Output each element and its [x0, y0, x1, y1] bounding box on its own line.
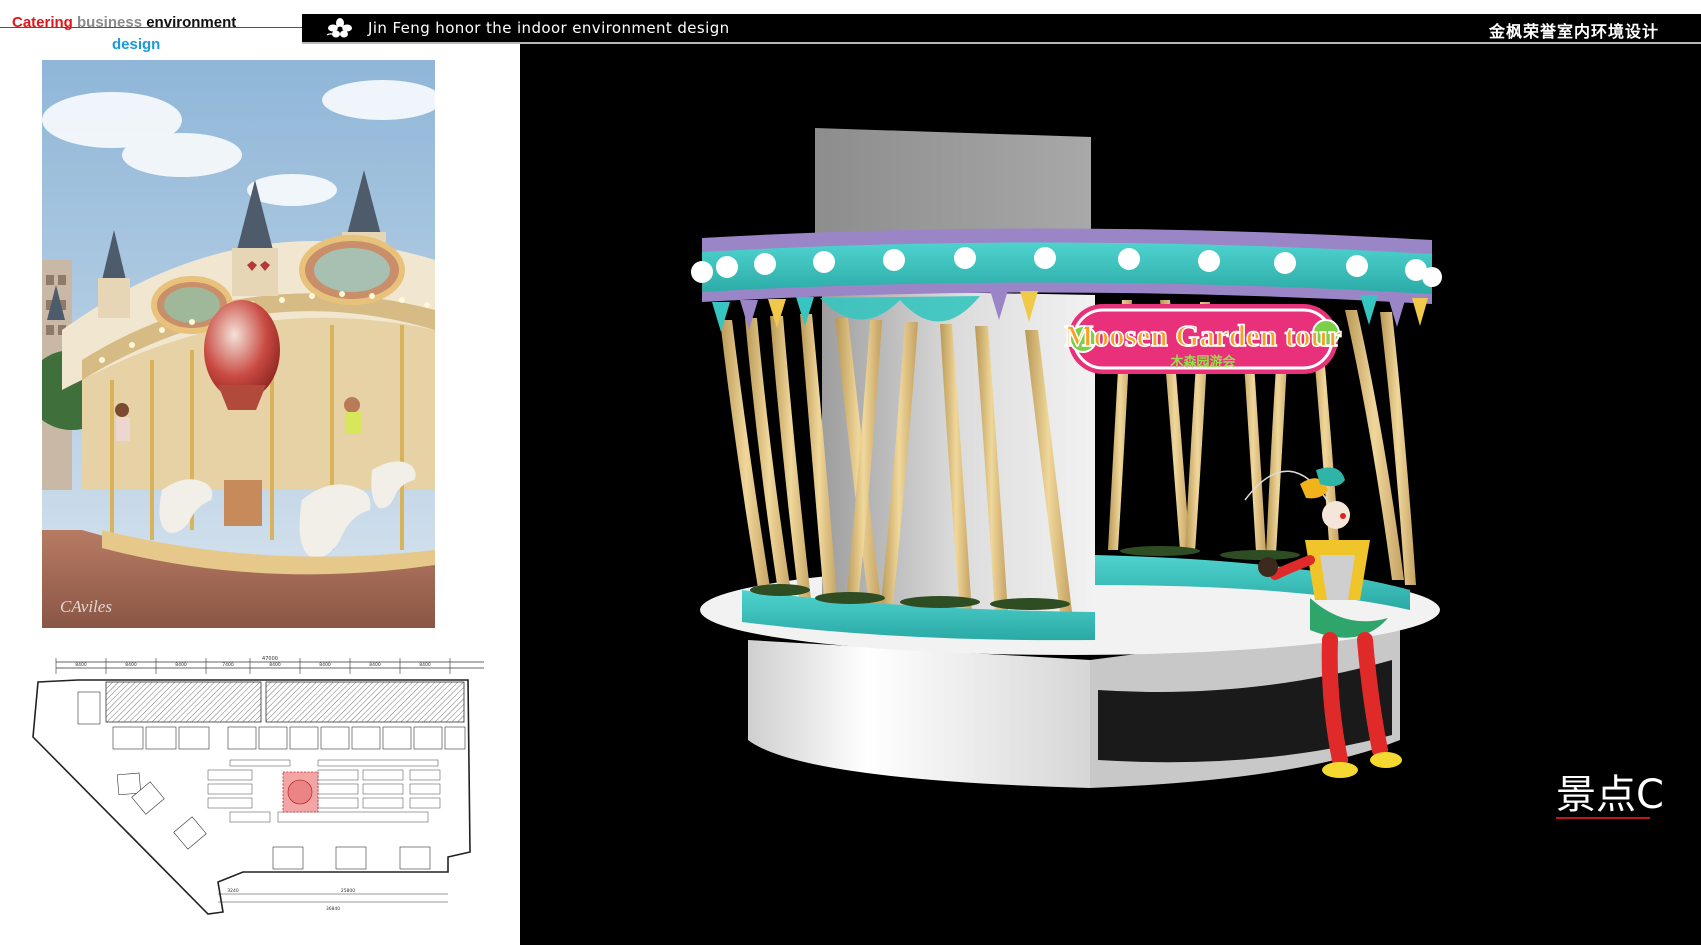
title-word-catering: Catering	[12, 14, 73, 31]
carousel-illustration: CAviles	[42, 60, 435, 628]
plan-top-dim: 47000	[262, 656, 278, 662]
sign-sub-text: 木森园游会	[1169, 354, 1236, 370]
plan-seg-dim: 8400	[175, 662, 187, 668]
floor-plan: 47000 8400 8400 8400 7400 8400 8400 8400…	[18, 652, 518, 934]
header-bar: Jin Feng honor the indoor environment de…	[302, 14, 1701, 44]
title-word-environment: environment	[146, 14, 237, 31]
title-word-business: business	[77, 14, 143, 31]
plan-seg-dim: 8400	[269, 662, 281, 668]
header-cn-title: 金枫荣誉室内环境设计	[1488, 22, 1659, 41]
moosen-garden-sign: Moosen Garden tour 木森园游会	[1064, 304, 1343, 374]
plan-seg-dim: 8400	[369, 662, 381, 668]
plan-bottom-total: 36840	[326, 906, 340, 912]
kiosk-render: Moosen Garden tour 木森园游会 景点C	[520, 44, 1701, 945]
kiosk-render-drawing: Moosen Garden tour 木森园游会 景点C	[691, 128, 1664, 819]
plan-bottom-dim: 3240	[227, 888, 239, 894]
plan-bottom-dim: 25800	[341, 888, 355, 894]
header-en-title: Jin Feng honor the indoor environment de…	[368, 19, 730, 37]
sign-main-text: Moosen Garden tour	[1064, 318, 1342, 353]
viewpoint-label: 景点C	[1556, 772, 1664, 818]
plan-seg-dim: 8400	[125, 662, 137, 668]
photo-credit: CAviles	[60, 597, 112, 616]
plan-seg-dim: 8400	[319, 662, 331, 668]
plan-seg-dim: 7400	[222, 662, 234, 668]
viewpoint-underline	[1556, 817, 1650, 819]
plan-seg-dim: 8400	[419, 662, 431, 668]
title-underline	[0, 27, 302, 28]
flower-logo-icon	[324, 17, 356, 39]
floor-plan-drawing: 47000 8400 8400 8400 7400 8400 8400 8400…	[32, 656, 484, 915]
plan-seg-dim: 8400	[75, 662, 87, 668]
carousel-reference-photo: CAviles	[42, 60, 435, 628]
title-word-design: design	[112, 36, 161, 53]
page-title: Catering business environment design	[12, 12, 282, 56]
